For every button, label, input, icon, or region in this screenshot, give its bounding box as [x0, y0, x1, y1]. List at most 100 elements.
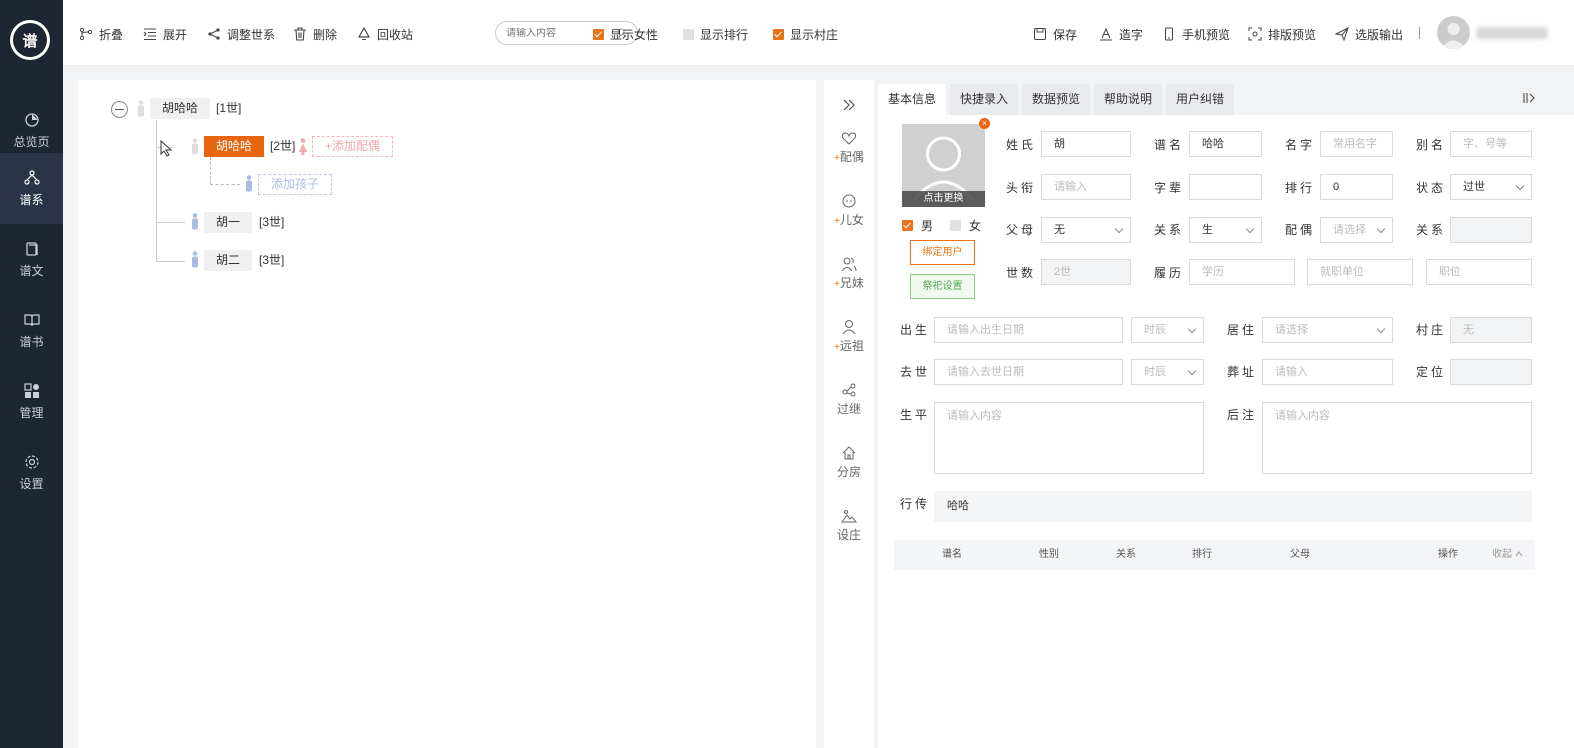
- tab-user-correction[interactable]: 用户纠错: [1166, 84, 1235, 115]
- chevron-up-icon: [1515, 551, 1523, 557]
- puming-label: 谱名: [1154, 138, 1185, 152]
- status-select[interactable]: 过世: [1450, 174, 1532, 200]
- relation-label: 分房: [836, 465, 861, 479]
- app-logo[interactable]: 谱: [10, 20, 50, 60]
- tree-node-child[interactable]: 胡二: [204, 250, 253, 271]
- collapse-table-button[interactable]: 收起: [1492, 540, 1523, 570]
- surname-input[interactable]: 胡: [1041, 131, 1131, 157]
- add-spouse-button[interactable]: +添加配偶: [312, 136, 394, 157]
- reside-select[interactable]: 请选择: [1262, 317, 1393, 343]
- tree-node-selected[interactable]: 胡哈哈: [204, 136, 265, 157]
- tree-node-selected-generation: [2世]: [270, 139, 296, 153]
- relation-select[interactable]: 生: [1189, 217, 1262, 243]
- gear-icon: [24, 455, 39, 469]
- tab-data-preview[interactable]: 数据预览: [1022, 84, 1091, 115]
- gender-female-option[interactable]: 女: [950, 217, 981, 234]
- adopt-relation[interactable]: 过继: [824, 382, 874, 417]
- show-village-check[interactable]: [773, 28, 784, 40]
- gender-female-label: 女: [969, 219, 982, 233]
- tab-help[interactable]: 帮助说明: [1094, 84, 1163, 115]
- relation-column: +配偶 +儿女 +兄妹 +远祖 过继 分房 设庄: [824, 80, 874, 748]
- font-icon: [1100, 27, 1112, 41]
- position-input[interactable]: 职位: [1426, 259, 1532, 285]
- village-label: 村庄: [1416, 323, 1447, 337]
- name-input[interactable]: 常用名字: [1320, 131, 1393, 157]
- branch-relation[interactable]: 分房: [824, 445, 874, 480]
- add-spouse-relation[interactable]: +配偶: [824, 130, 874, 165]
- sidebar-item-pedigree[interactable]: 谱系: [0, 153, 63, 224]
- rank-label: 排行: [1285, 181, 1316, 195]
- fold-button[interactable]: 折叠: [79, 25, 123, 43]
- add-siblings-relation[interactable]: +兄妹: [824, 256, 874, 291]
- add-ancestor-relation[interactable]: +远祖: [824, 319, 874, 354]
- spouse-select[interactable]: 请选择: [1320, 217, 1393, 243]
- collapse-panel-icon[interactable]: [1522, 91, 1536, 105]
- tree-node-child-generation: [3世]: [259, 215, 285, 229]
- death-date-input[interactable]: 请输入去世日期: [934, 359, 1123, 385]
- tree-node-root[interactable]: 胡哈哈: [150, 98, 211, 119]
- sacrifice-settings-button[interactable]: 祭祀设置: [910, 274, 975, 299]
- sidebar-item-settings[interactable]: 设置: [0, 437, 63, 508]
- adjust-generation-button[interactable]: 调整世系: [207, 25, 275, 43]
- user-phone[interactable]: 15872458195: [1476, 27, 1548, 39]
- add-child-button[interactable]: 添加孩子: [258, 174, 333, 195]
- life-textarea[interactable]: 请输入内容: [934, 402, 1204, 474]
- show-female-checkbox[interactable]: 显示女性: [593, 25, 658, 43]
- show-rank-checkbox[interactable]: 显示排行: [683, 25, 748, 43]
- sidebar-item-genealogy-book[interactable]: 谱书: [0, 295, 63, 366]
- user-avatar[interactable]: [1437, 16, 1470, 49]
- tab-basic-info[interactable]: 基本信息: [878, 84, 947, 115]
- double-chevron-right-icon[interactable]: [842, 98, 856, 112]
- bind-user-button[interactable]: 绑定用户: [910, 240, 975, 265]
- table-header-gender: 性别: [1039, 549, 1059, 560]
- gender-male-option[interactable]: 男: [902, 217, 933, 234]
- expand-icon: [143, 28, 156, 41]
- collapse-node-button[interactable]: [111, 101, 128, 118]
- recycle-bin-button[interactable]: 回收站: [357, 25, 413, 43]
- save-button[interactable]: 保存: [1033, 25, 1077, 43]
- layout-preview-button[interactable]: 排版预览: [1248, 25, 1316, 43]
- sidebar-item-manage[interactable]: 管理: [0, 366, 63, 437]
- workplace-input[interactable]: 就职单位: [1307, 259, 1413, 285]
- birth-date-input[interactable]: 请输入出生日期: [934, 317, 1123, 343]
- family-tree-panel: 胡哈哈 [1世] 胡哈哈 [2世] +添加配偶 添加孩子 胡一 [3世] 胡二 …: [78, 80, 816, 748]
- village-input: 无: [1450, 317, 1532, 343]
- expand-button[interactable]: 展开: [143, 25, 187, 43]
- note-textarea[interactable]: 请输入内容: [1262, 402, 1532, 474]
- death-time-select[interactable]: 时辰: [1131, 359, 1204, 385]
- generation-input: 2世: [1041, 259, 1131, 285]
- generation-label: 世数: [1006, 266, 1037, 280]
- delete-button[interactable]: 删除: [293, 25, 337, 43]
- show-rank-label: 显示排行: [700, 27, 749, 42]
- zibei-input[interactable]: [1189, 174, 1262, 200]
- xingchuan-label: 行传: [900, 497, 931, 511]
- sidebar-item-genealogy-text[interactable]: 谱文: [0, 224, 63, 295]
- mobile-preview-button[interactable]: 手机预览: [1162, 25, 1230, 43]
- education-input[interactable]: 学历: [1189, 259, 1295, 285]
- title-input[interactable]: 请输入: [1041, 174, 1131, 200]
- birth-label: 出生: [900, 323, 931, 337]
- burial-input[interactable]: 请输入: [1262, 359, 1393, 385]
- member-photo[interactable]: 点击更换: [902, 124, 985, 207]
- tree-node-child[interactable]: 胡一: [204, 212, 253, 233]
- birth-time-select[interactable]: 时辰: [1131, 317, 1204, 343]
- remove-photo-icon[interactable]: ×: [979, 118, 990, 129]
- search-input[interactable]: [506, 27, 606, 39]
- export-button[interactable]: 选版输出: [1335, 25, 1403, 43]
- tab-quick-entry[interactable]: 快捷录入: [950, 84, 1019, 115]
- make-char-button[interactable]: 造字: [1099, 25, 1143, 43]
- gender-female-check[interactable]: [950, 220, 961, 231]
- village-relation[interactable]: 设庄: [824, 508, 874, 543]
- alias-input[interactable]: 字、号等: [1450, 131, 1532, 157]
- show-village-checkbox[interactable]: 显示村庄: [773, 25, 838, 43]
- rank-input[interactable]: 0: [1320, 174, 1393, 200]
- gender-male-check[interactable]: [902, 220, 913, 231]
- transfer-icon: [842, 383, 856, 397]
- change-photo-button[interactable]: 点击更换: [902, 191, 985, 207]
- puming-input[interactable]: 哈哈: [1189, 131, 1262, 157]
- xingchuan-input[interactable]: 哈哈: [934, 491, 1532, 522]
- show-female-check[interactable]: [593, 28, 604, 40]
- add-children-relation[interactable]: +儿女: [824, 193, 874, 228]
- parent-select[interactable]: 无: [1041, 217, 1131, 243]
- show-rank-check[interactable]: [683, 28, 694, 40]
